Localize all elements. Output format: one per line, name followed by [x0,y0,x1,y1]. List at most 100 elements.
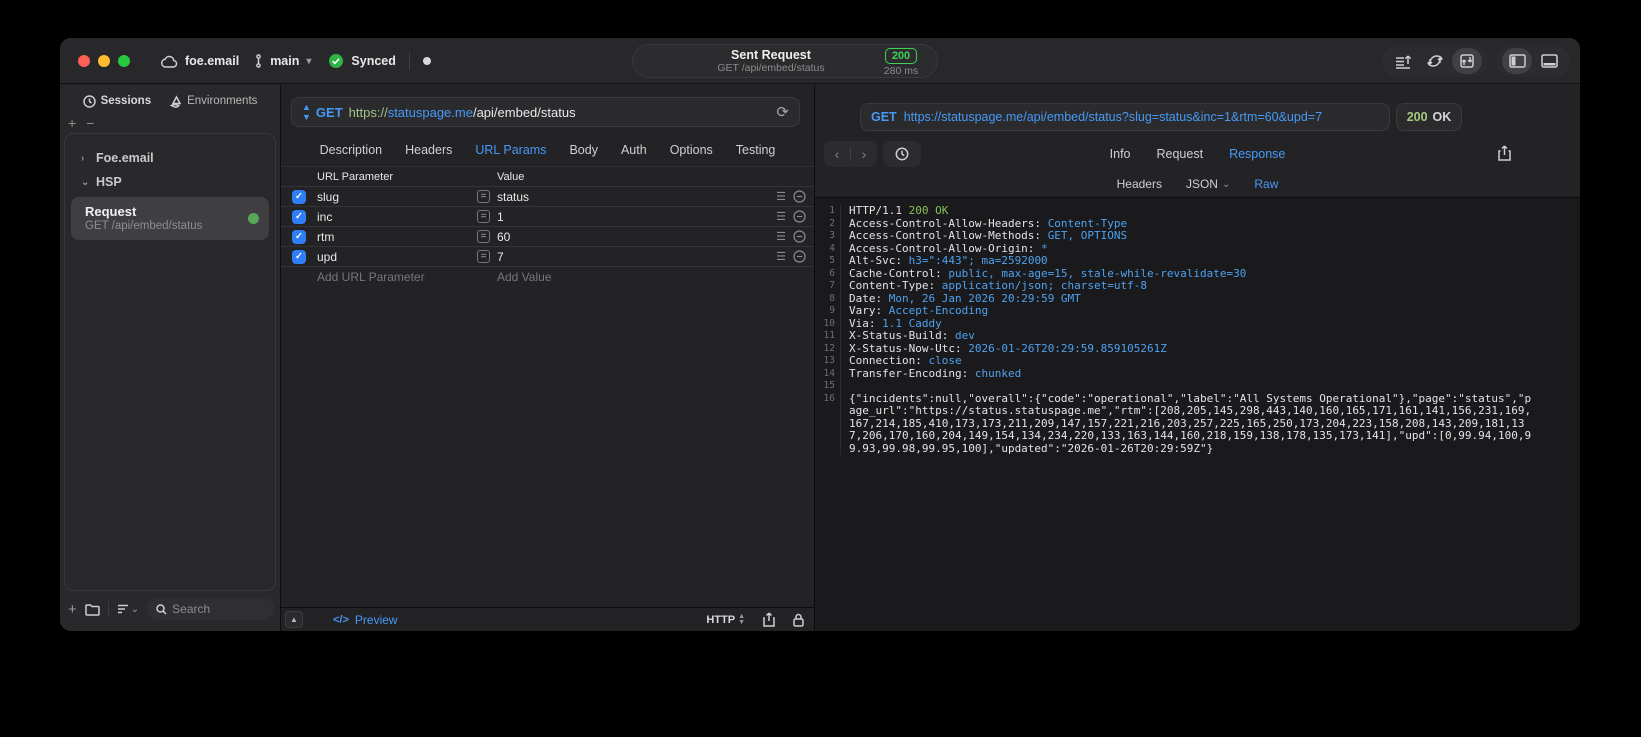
minimize-window-button[interactable] [98,55,110,67]
share-request-icon[interactable] [763,612,775,627]
param-value-input[interactable]: 1 [497,210,776,224]
request-url-bar[interactable]: ▲ ▼ GET https://statuspage.me/api/embed/s… [291,97,800,127]
sync-status[interactable]: Synced [351,54,395,68]
protocol-selector[interactable]: HTTP ▲ ▼ [706,613,745,626]
sent-request-status-bar[interactable]: Sent Request GET /api/embed/status 200 2… [632,44,938,78]
new-folder-icon[interactable] [84,603,100,616]
resend-request-icon[interactable]: ⟳ [776,103,789,121]
unsaved-indicator-dot [422,57,431,65]
tab-description[interactable]: Description [320,143,383,157]
param-value-input[interactable]: status [497,190,776,204]
response-subtabs: Headers JSON ⌄ Raw [815,171,1580,197]
remove-param-icon[interactable] [793,210,806,223]
forward-button[interactable]: › [851,146,877,162]
sort-list-icon[interactable]: ⌄ [117,604,139,615]
param-row-upd[interactable]: ✓ upd = 7 ☰ [281,246,814,266]
param-value-input[interactable]: 7 [497,250,776,264]
param-row-slug[interactable]: ✓ slug = status ☰ [281,186,814,206]
param-value-input[interactable]: 60 [497,230,776,244]
tab-environments[interactable]: Environments [169,94,258,108]
subtab-json[interactable]: JSON ⌄ [1186,177,1230,191]
search-placeholder: Search [172,602,211,616]
tab-auth[interactable]: Auth [621,143,647,157]
request-url[interactable]: https://statuspage.me/api/embed/status [349,105,576,120]
sent-request-subtitle: GET /api/embed/status [717,62,825,74]
tab-response[interactable]: Response [1229,147,1285,161]
tab-request[interactable]: Request [1157,147,1204,161]
branch-name[interactable]: main [270,54,299,68]
tab-options[interactable]: Options [670,143,713,157]
param-options-icon[interactable]: ☰ [776,210,786,223]
response-method: GET [871,110,897,124]
tab-sessions[interactable]: Sessions [82,94,151,108]
request-list-item[interactable]: Request GET /api/embed/status [71,197,269,240]
param-options-icon[interactable]: ☰ [776,250,786,263]
request-item-subtitle: GET /api/embed/status [85,220,203,232]
export-response-button[interactable] [1484,139,1524,167]
remove-param-icon[interactable] [793,230,806,243]
preview-button[interactable]: </> Preview [333,613,398,627]
tab-testing[interactable]: Testing [736,143,776,157]
tab-body[interactable]: Body [569,143,598,157]
status-code-badge: 200 [884,47,918,64]
toggle-bottom-panel-button[interactable] [1534,48,1564,74]
param-name-input[interactable]: rtm [317,230,477,244]
response-url-bar[interactable]: GET https://statuspage.me/api/embed/stat… [860,103,1390,131]
param-checkbox[interactable]: ✓ [292,189,306,204]
tab-info[interactable]: Info [1110,147,1131,161]
add-param-row[interactable]: Add URL Parameter Add Value [281,266,814,286]
chevron-down-icon: ⌄ [81,176,90,188]
tab-environments-label: Environments [187,95,258,107]
toggle-sidebar-button[interactable] [1502,48,1532,74]
titlebar: foe.email main ▾ Synced Sent Request GET… [60,38,1580,84]
sync-requests-button[interactable] [1452,48,1482,74]
request-editor-pane: ▲ ▼ GET https://statuspage.me/api/embed/s… [281,85,815,631]
session-tree: › Foe.email ⌄ HSP Request GET /api/embed… [64,133,276,591]
merge-branch-button[interactable] [1420,48,1450,74]
subtab-headers[interactable]: Headers [1117,177,1162,191]
lock-icon[interactable] [793,613,804,627]
add-param-value-placeholder[interactable]: Add Value [497,270,814,284]
window-controls [78,55,130,67]
param-options-icon[interactable]: ☰ [776,230,786,243]
back-button[interactable]: ‹ [824,146,850,162]
search-input[interactable]: Search [147,598,274,620]
equals-icon: = [477,210,490,223]
response-raw-view[interactable]: 1 HTTP/1.1 200 OK 2 Access-Control-Allow-He… [815,198,1580,631]
param-row-rtm[interactable]: ✓ rtm = 60 ☰ [281,226,814,246]
param-name-input[interactable]: upd [317,250,477,264]
tree-group-foe-email[interactable]: › Foe.email [71,146,269,170]
import-export-button[interactable] [1388,48,1418,74]
app-window: foe.email main ▾ Synced Sent Request GET… [60,38,1580,631]
url-scheme: https:// [348,104,388,120]
request-method[interactable]: GET [316,105,343,120]
tab-headers[interactable]: Headers [405,143,452,157]
add-session-button[interactable]: + [68,116,76,133]
add-param-name-placeholder[interactable]: Add URL Parameter [317,270,477,284]
zoom-window-button[interactable] [118,55,130,67]
param-name-input[interactable]: inc [317,210,477,224]
search-icon [156,603,167,615]
remove-session-button[interactable]: − [86,116,94,133]
history-button[interactable] [883,141,921,167]
tree-group-hsp[interactable]: ⌄ HSP [71,170,269,194]
close-window-button[interactable] [78,55,90,67]
code-icon: </> [333,613,349,626]
param-checkbox[interactable]: ✓ [292,229,306,244]
remove-param-icon[interactable] [793,250,806,263]
param-options-icon[interactable]: ☰ [776,190,786,203]
param-checkbox[interactable]: ✓ [292,209,306,224]
param-checkbox[interactable]: ✓ [292,249,306,264]
param-name-input[interactable]: slug [317,190,477,204]
add-item-button[interactable]: + [68,601,77,618]
preview-label: Preview [354,612,398,627]
remove-param-icon[interactable] [793,190,806,203]
workspace-name[interactable]: foe.email [185,54,239,68]
method-stepper-icon[interactable]: ▲ ▼ [302,102,311,122]
collapse-panel-button[interactable]: ▲ [285,611,303,628]
subtab-raw[interactable]: Raw [1254,177,1278,191]
param-row-inc[interactable]: ✓ inc = 1 ☰ [281,206,814,226]
chevron-right-icon: › [81,152,85,164]
tab-url-params[interactable]: URL Params [475,143,546,157]
branch-chevron-down-icon[interactable]: ▾ [306,56,311,67]
